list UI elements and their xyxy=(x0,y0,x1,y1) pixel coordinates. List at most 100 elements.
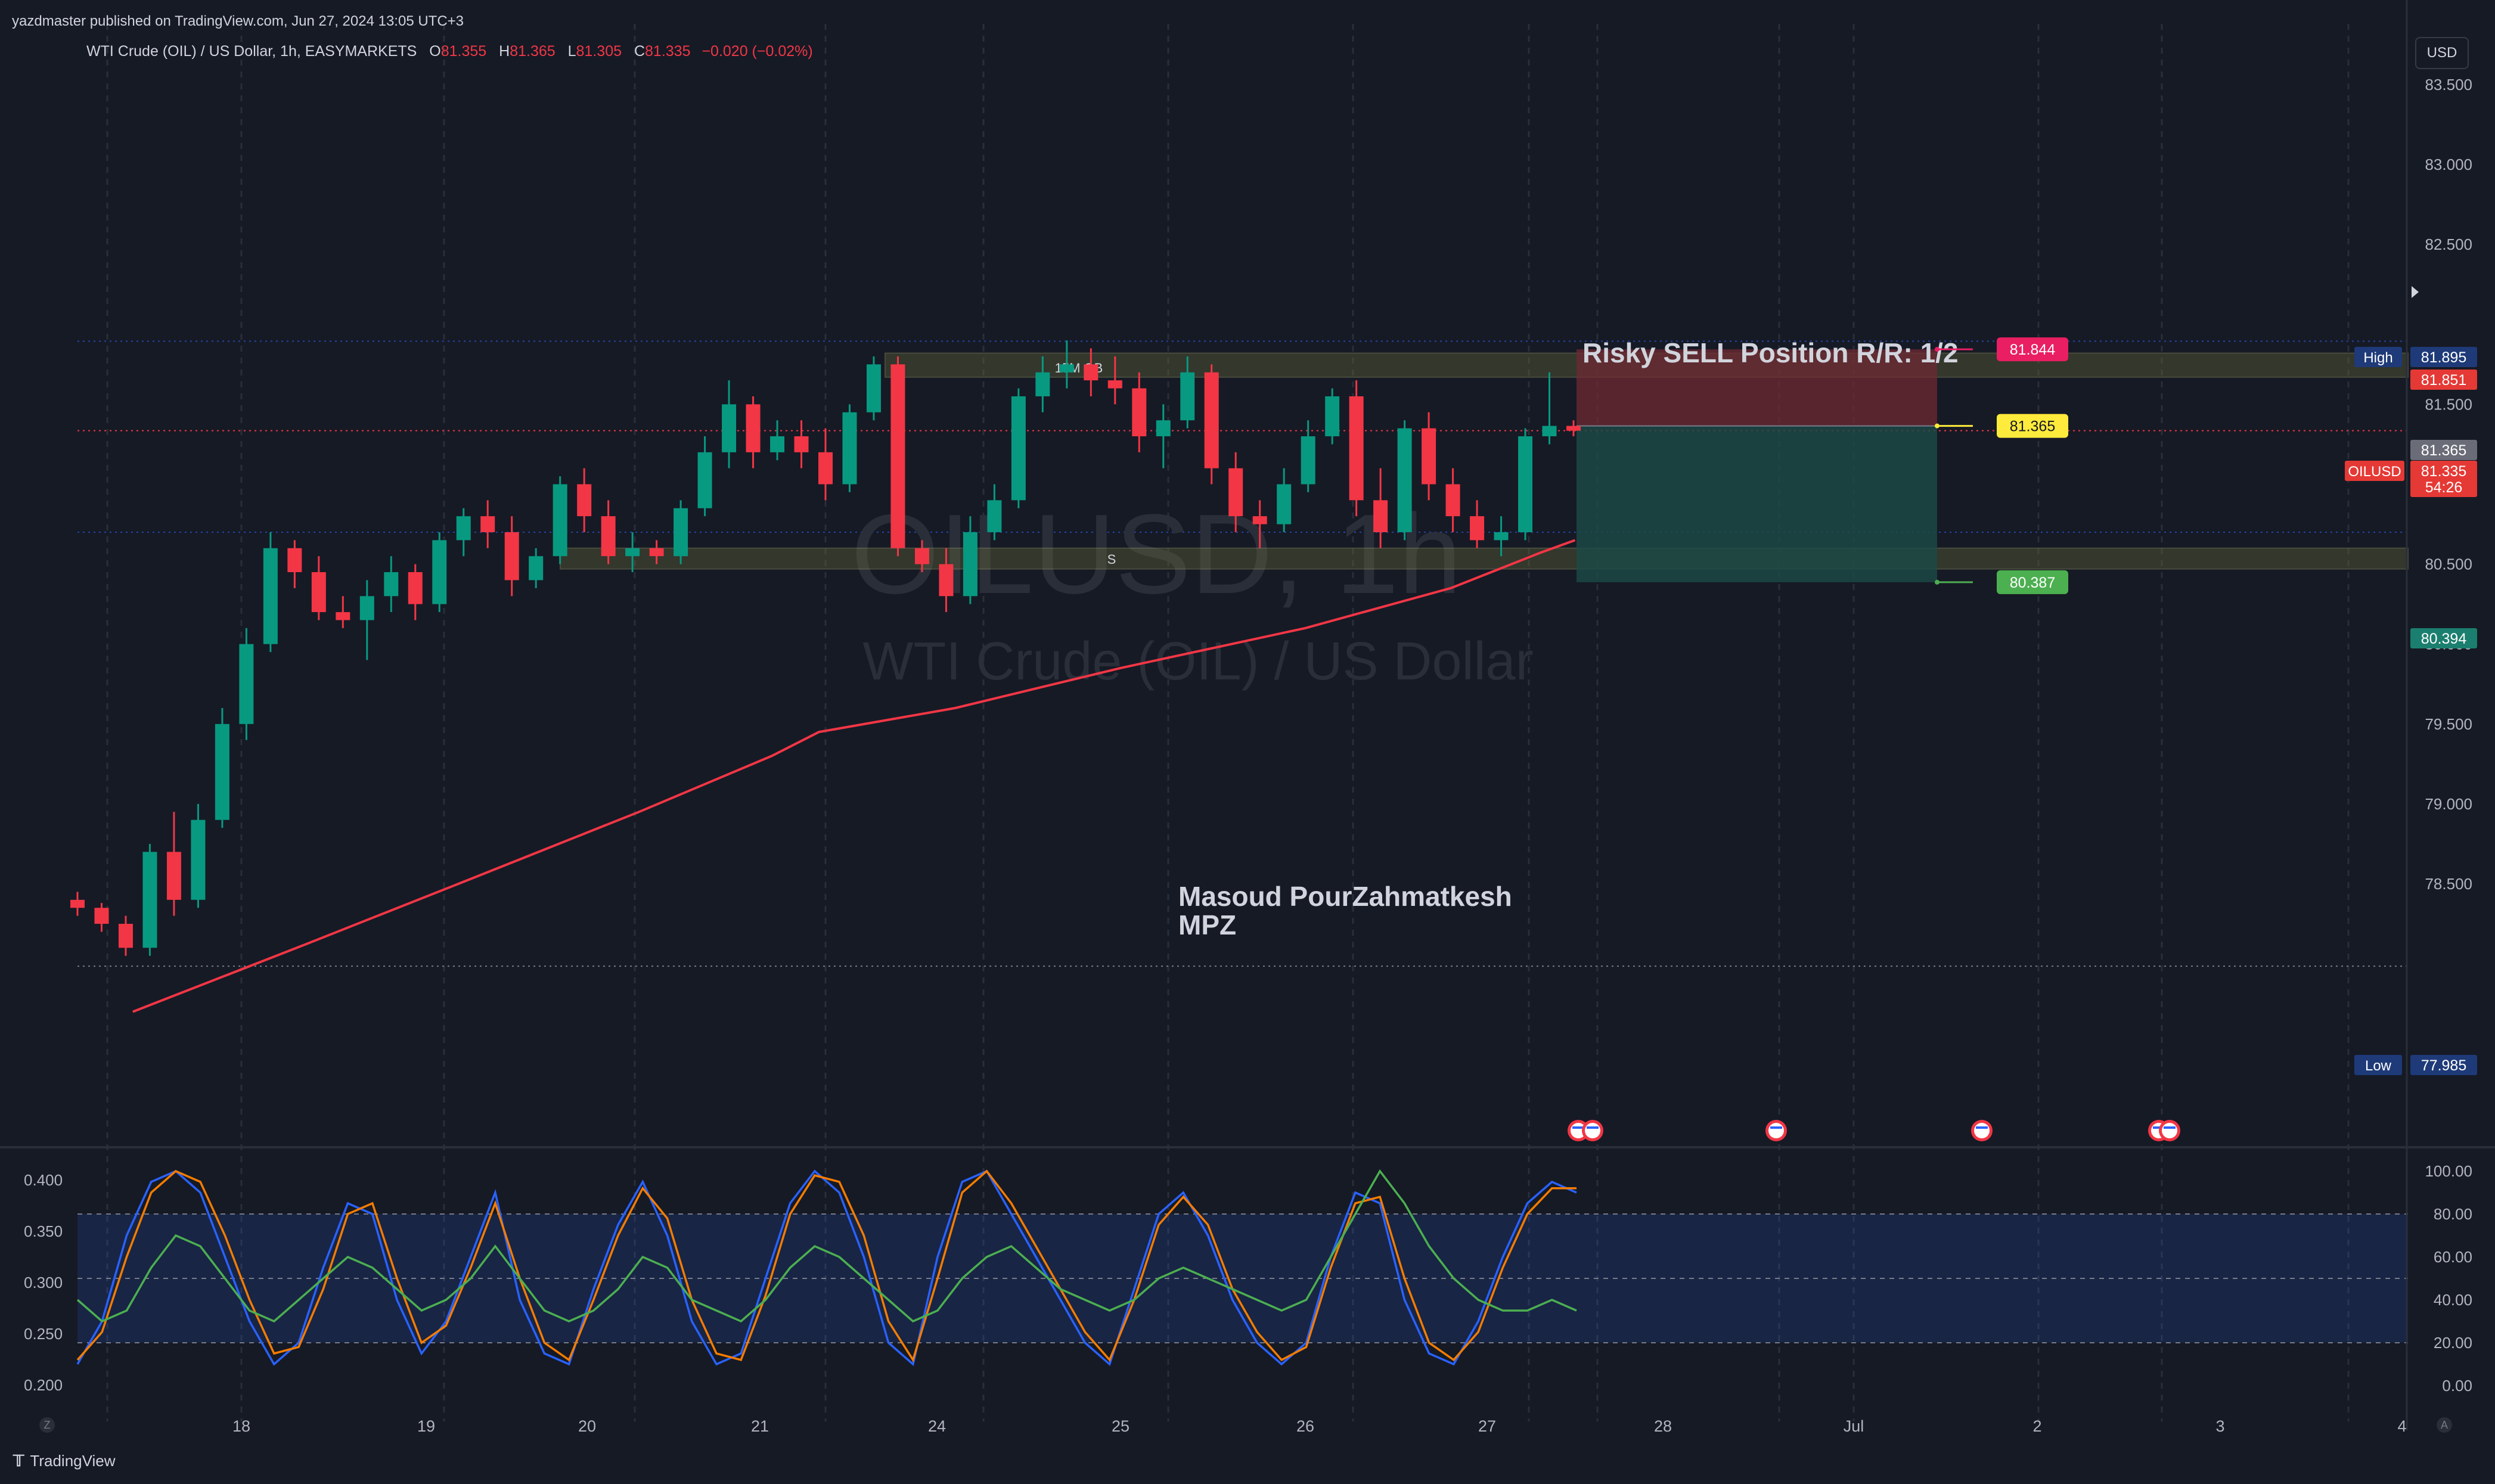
axis-auto-right-button[interactable]: A xyxy=(2437,1417,2452,1433)
legend-close: 81.335 xyxy=(645,43,691,60)
candle-body xyxy=(818,452,833,485)
candle-body xyxy=(480,516,495,532)
target-price-tag-text: 80.387 xyxy=(2010,575,2055,591)
candle-body xyxy=(94,908,109,924)
candle-body xyxy=(553,484,567,557)
candle xyxy=(1518,428,1533,541)
time-tick-label: 3 xyxy=(2215,1417,2224,1435)
candle-body xyxy=(311,572,326,613)
currency-button[interactable]: USD xyxy=(2415,37,2469,69)
candle-body xyxy=(794,436,809,452)
oscillator-left-tick: 0.300 xyxy=(24,1274,63,1291)
price-tick-label: 79.000 xyxy=(2425,795,2472,813)
candle-body xyxy=(1204,372,1219,468)
price-tick-label: 82.500 xyxy=(2425,235,2472,253)
candle xyxy=(118,915,133,956)
tag-anchor xyxy=(1935,579,1939,585)
candle xyxy=(1011,388,1026,508)
price-tick-label: 78.500 xyxy=(2425,875,2472,893)
high-label: High xyxy=(2354,347,2402,367)
entry-price-tag: 81.365 xyxy=(1997,414,2068,438)
candle-body xyxy=(625,548,640,557)
high-value-text: 81.895 xyxy=(2421,349,2466,366)
trading-chart[interactable]: OILUSD, 1h WTI Crude (OIL) / US Dollar 1… xyxy=(0,0,2495,1484)
candle-body xyxy=(142,852,157,948)
candle xyxy=(601,500,616,564)
candle xyxy=(1542,372,1557,445)
candle xyxy=(70,892,85,916)
stop-axis-tag: 81.851 xyxy=(2410,370,2477,390)
time-tick-label: 21 xyxy=(751,1417,769,1435)
candle-body xyxy=(1277,484,1292,524)
candle-body xyxy=(1518,436,1533,532)
candle-body xyxy=(1011,396,1026,501)
oscillator-left-tick: 0.350 xyxy=(24,1222,63,1240)
candle-body xyxy=(1228,468,1243,517)
scroll-right-icon xyxy=(2412,286,2419,298)
candle-body xyxy=(239,644,254,724)
axis-auto-left-button[interactable]: Z xyxy=(39,1417,55,1433)
time-tick-label: 25 xyxy=(1112,1417,1129,1435)
countdown-tag-text: 54:26 xyxy=(2425,479,2463,496)
price-tick-label: 83.000 xyxy=(2425,156,2472,173)
time-tick-label: 26 xyxy=(1296,1417,1314,1435)
candle xyxy=(866,356,881,421)
candle-body xyxy=(674,508,688,557)
candle xyxy=(311,556,326,620)
legend-close-label: C xyxy=(634,43,646,60)
oscillator-right-tick: 60.00 xyxy=(2434,1248,2472,1266)
event-flag xyxy=(1585,1123,1600,1138)
legend-symbol: WTI Crude (OIL) / US Dollar, 1h, EASYMAR… xyxy=(86,43,417,60)
oscillator-left-tick: 0.200 xyxy=(24,1376,63,1394)
candle-body xyxy=(1422,428,1436,485)
time-tick-label: 4 xyxy=(2397,1417,2406,1435)
candle xyxy=(746,396,761,468)
candle-body xyxy=(504,532,519,580)
candle-body xyxy=(577,484,592,517)
oscillator-right-tick: 0.00 xyxy=(2442,1377,2472,1395)
candle xyxy=(1277,468,1292,532)
candle xyxy=(553,476,567,564)
price-tick-label: 83.500 xyxy=(2425,76,2472,94)
oscillator-left-tick: 0.400 xyxy=(24,1171,63,1189)
candle-body xyxy=(939,564,954,597)
candle xyxy=(1301,420,1315,492)
candle xyxy=(1349,380,1364,517)
candle xyxy=(239,628,254,740)
time-tick-label: 24 xyxy=(928,1417,946,1435)
symbol-legend: WTI Crude (OIL) / US Dollar, 1h, EASYMAR… xyxy=(86,43,813,60)
candle-body xyxy=(215,724,229,820)
candle xyxy=(842,404,857,492)
candle-body xyxy=(1373,500,1388,532)
candle-body xyxy=(263,548,278,644)
event-flag-stripe xyxy=(1587,1126,1599,1129)
oscillator-right-tick: 80.00 xyxy=(2434,1205,2472,1223)
event-flag xyxy=(1974,1123,1990,1138)
candle-body xyxy=(1494,532,1509,541)
candle xyxy=(504,516,519,597)
economic-event-icon xyxy=(1971,1120,1993,1141)
countdown-tag: 54:26 xyxy=(2410,477,2477,497)
candle xyxy=(1325,388,1340,445)
candle xyxy=(408,564,423,620)
legend-open-label: O xyxy=(429,43,441,60)
candle-body xyxy=(746,404,761,452)
candle-body xyxy=(1325,396,1340,437)
event-flag-stripe xyxy=(1976,1126,1988,1129)
candle-body xyxy=(722,404,737,452)
legend-high: 81.365 xyxy=(510,43,556,60)
candle xyxy=(191,803,206,908)
candle xyxy=(215,707,229,828)
low-label-text: Low xyxy=(2365,1058,2392,1074)
tradingview-brand: 𝕋 TradingView xyxy=(13,1452,116,1470)
event-flag xyxy=(1768,1123,1784,1138)
candle xyxy=(384,556,399,613)
author-tag: MPZ xyxy=(1178,909,1236,940)
candle-body xyxy=(697,452,712,508)
legend-change: −0.020 (−0.02%) xyxy=(702,43,813,60)
candle-body xyxy=(1156,420,1171,437)
event-flag-stripe xyxy=(2164,1126,2176,1129)
price-tick-label: 80.500 xyxy=(2425,555,2472,573)
candle-body xyxy=(1107,380,1122,389)
legend-high-label: H xyxy=(499,43,510,60)
